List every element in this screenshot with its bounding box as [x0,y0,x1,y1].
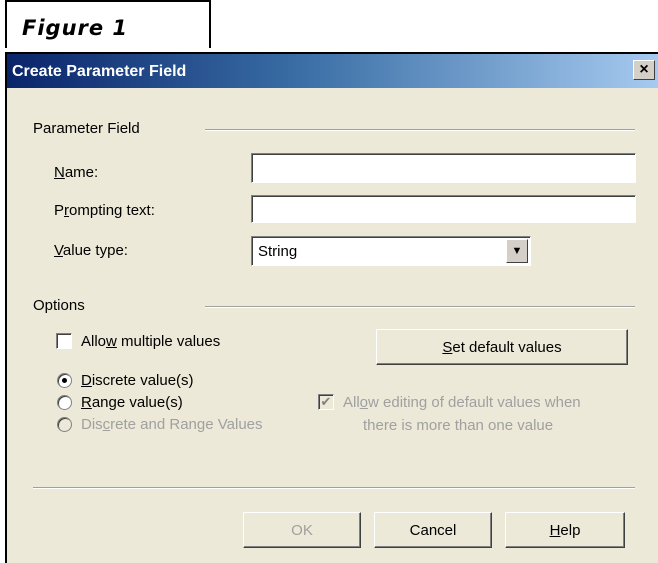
allow-editing-default-values-checkbox[interactable]: ✔ [318,394,334,410]
parameter-field-group-divider [205,129,635,131]
discrete-values-radio[interactable] [57,373,72,388]
allow-multiple-values-checkbox[interactable] [56,333,72,349]
allow-editing-label-line2: there is more than one value [363,417,554,434]
figure-label: Figure 1 [22,16,129,40]
value-type-dropdown-button[interactable]: ▼ [506,239,528,263]
discrete-values-label[interactable]: Discrete value(s) [81,372,194,389]
create-parameter-field-dialog: Create Parameter Field × Parameter Field… [5,52,658,563]
discrete-and-range-label[interactable]: Discrete and Range Values [81,416,263,433]
options-group-divider [205,306,635,308]
name-input[interactable] [251,153,636,183]
value-type-select[interactable]: String ▼ [251,236,531,266]
help-button[interactable]: Help [505,512,625,548]
window-title: Create Parameter Field [12,63,187,80]
title-bar[interactable]: Create Parameter Field × [7,54,658,88]
discrete-and-range-radio[interactable] [57,417,72,432]
set-default-values-button[interactable]: Set default values [376,329,628,365]
allow-multiple-values-label[interactable]: Allow multiple values [81,333,220,350]
ok-button[interactable]: OK [243,512,361,548]
radio-selected-dot [62,378,67,383]
prompting-text-input[interactable] [251,195,636,223]
range-values-label[interactable]: Range value(s) [81,394,183,411]
chevron-down-icon: ▼ [511,245,523,257]
value-type-label: Value type: [54,242,128,259]
close-button[interactable]: × [633,60,655,80]
footer-divider [33,487,635,489]
close-icon: × [639,61,649,78]
figure-label-tab: Figure 1 [5,0,211,48]
allow-editing-label-line1[interactable]: Allow editing of default values when [343,394,581,411]
prompting-text-label: Prompting text: [54,202,155,219]
name-label: Name: [54,164,99,181]
checkmark-icon: ✔ [320,394,332,409]
options-group-label: Options [33,297,85,314]
value-type-selected: String [258,243,298,260]
cancel-button[interactable]: Cancel [374,512,492,548]
parameter-field-group-label: Parameter Field [33,120,140,137]
range-values-radio[interactable] [57,395,72,410]
